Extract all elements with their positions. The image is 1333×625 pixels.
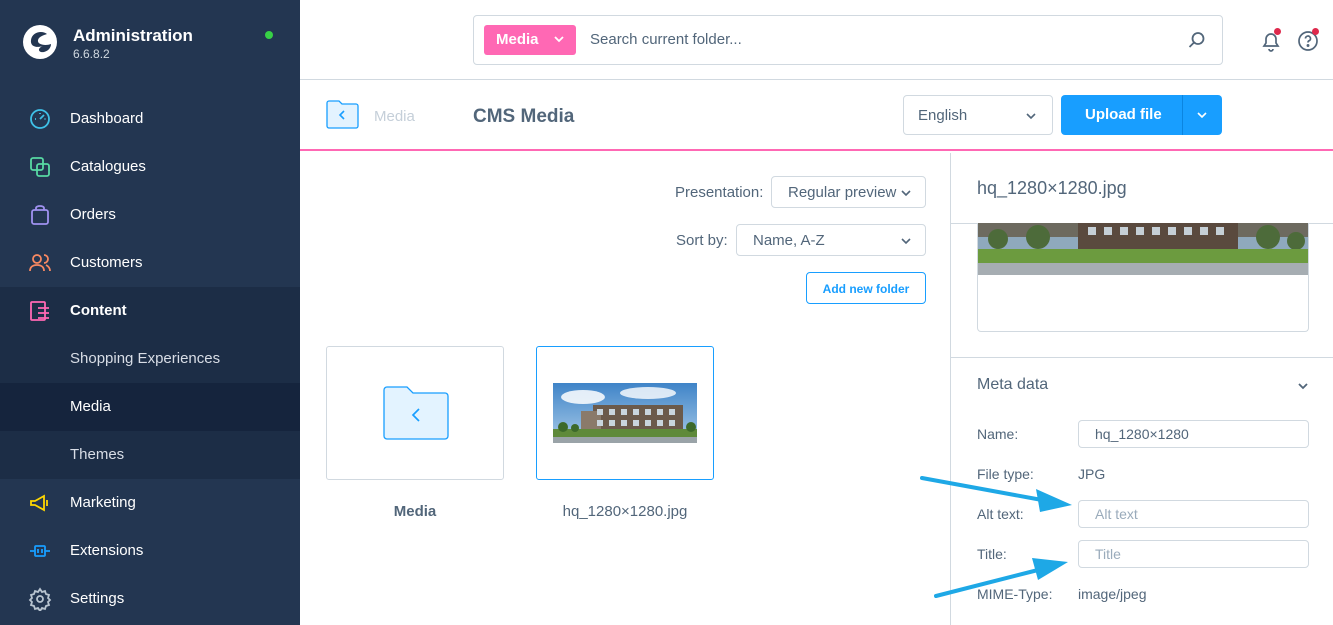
- brand[interactable]: Administration 6.6.8.2: [22, 22, 282, 68]
- media-tile-hq-image[interactable]: [536, 346, 714, 480]
- settings-gear-icon: [28, 587, 52, 611]
- breadcrumb[interactable]: Media: [374, 108, 415, 125]
- sidebar-item-marketing[interactable]: Marketing: [0, 479, 300, 527]
- alt-text-label: Alt text:: [977, 506, 1024, 522]
- sidebar-item-settings[interactable]: Settings: [0, 575, 300, 623]
- chevron-down-icon: [901, 190, 911, 197]
- dashboard-gauge-icon: [30, 109, 50, 129]
- title-label: Title:: [977, 546, 1007, 562]
- title-field[interactable]: [1078, 540, 1309, 568]
- mime-type-value: image/jpeg: [1078, 586, 1147, 602]
- presentation-label: Presentation:: [675, 184, 764, 201]
- divider: [951, 357, 1333, 358]
- help-badge: [1312, 28, 1319, 35]
- folder-tile-label: Media: [393, 503, 437, 520]
- extensions-plug-icon: [30, 545, 50, 557]
- brand-title: Administration: [73, 26, 193, 45]
- alt-text-field[interactable]: [1078, 500, 1309, 528]
- help-button[interactable]: [1297, 28, 1319, 52]
- sidebar-item-themes[interactable]: Themes: [0, 431, 300, 479]
- page-header: Media CMS Media English Upload file: [300, 81, 1333, 151]
- sort-select[interactable]: Name, A-Z: [736, 224, 926, 256]
- catalogues-icon: [30, 157, 50, 177]
- status-online-indicator: [265, 31, 273, 39]
- sidebar-item-media[interactable]: Media: [0, 383, 300, 431]
- name-label: Name:: [977, 426, 1019, 442]
- shopware-logo-icon: [23, 25, 57, 59]
- media-library: Presentation: Regular preview Sort by: N…: [300, 153, 950, 625]
- sidebar-item-catalogues[interactable]: Catalogues: [0, 143, 300, 191]
- notification-badge: [1274, 28, 1281, 35]
- upload-options-chevron-icon[interactable]: [1197, 110, 1207, 120]
- search-icon[interactable]: [1188, 31, 1206, 49]
- mime-type-label: MIME-Type:: [977, 586, 1053, 602]
- page-title: CMS Media: [473, 106, 575, 127]
- upload-file-button[interactable]: Upload file: [1061, 95, 1222, 135]
- chevron-down-icon: [554, 36, 564, 43]
- brand-version: 6.6.8.2: [73, 47, 110, 61]
- building-thumbnail-image: [553, 383, 697, 443]
- sidebar-item-orders[interactable]: Orders: [0, 191, 300, 239]
- media-tile-label: hq_1280×1280.jpg: [562, 503, 688, 520]
- sidebar-item-dashboard[interactable]: Dashboard: [0, 95, 300, 143]
- sidebar-item-shopping-experiences[interactable]: Shopping Experiences: [0, 335, 300, 383]
- notifications-button[interactable]: [1260, 28, 1282, 52]
- search-input[interactable]: [590, 31, 1150, 48]
- folder-back-icon: [383, 386, 449, 440]
- language-select[interactable]: English: [903, 95, 1053, 135]
- building-preview-image: [978, 223, 1308, 275]
- chevron-down-icon: [901, 238, 911, 245]
- marketing-megaphone-icon: [30, 494, 48, 512]
- sort-label: Sort by:: [676, 232, 728, 249]
- meta-data-heading[interactable]: Meta data: [977, 376, 1048, 394]
- presentation-select[interactable]: Regular preview: [771, 176, 926, 208]
- folder-tile-media[interactable]: [326, 346, 504, 480]
- chevron-down-icon: [1026, 113, 1036, 120]
- sidebar-item-content[interactable]: Content: [0, 287, 300, 335]
- file-type-value: JPG: [1078, 466, 1106, 482]
- orders-bag-icon: [31, 205, 49, 225]
- file-preview: [977, 223, 1309, 332]
- chevron-down-icon[interactable]: [1297, 380, 1309, 392]
- search-module-selector[interactable]: Media: [484, 25, 576, 55]
- media-sidebar: hq_1280×1280.jpg Meta data Name: File ty…: [950, 153, 1333, 625]
- folder-back-icon[interactable]: [326, 99, 359, 129]
- global-search: Media: [473, 15, 1223, 65]
- add-new-folder-button[interactable]: Add new folder: [806, 272, 926, 304]
- customers-icon: [29, 254, 51, 272]
- sidebar-item-customers[interactable]: Customers: [0, 239, 300, 287]
- sidebar: Administration 6.6.8.2 Dashboard Catalog…: [0, 0, 300, 625]
- sidebar-item-extensions[interactable]: Extensions: [0, 527, 300, 575]
- top-bar: Media: [300, 0, 1333, 80]
- split-divider: [1182, 95, 1183, 135]
- selected-file-title: hq_1280×1280.jpg: [977, 178, 1127, 198]
- content-icon: [30, 301, 49, 321]
- name-field[interactable]: [1078, 420, 1309, 448]
- file-type-label: File type:: [977, 466, 1034, 482]
